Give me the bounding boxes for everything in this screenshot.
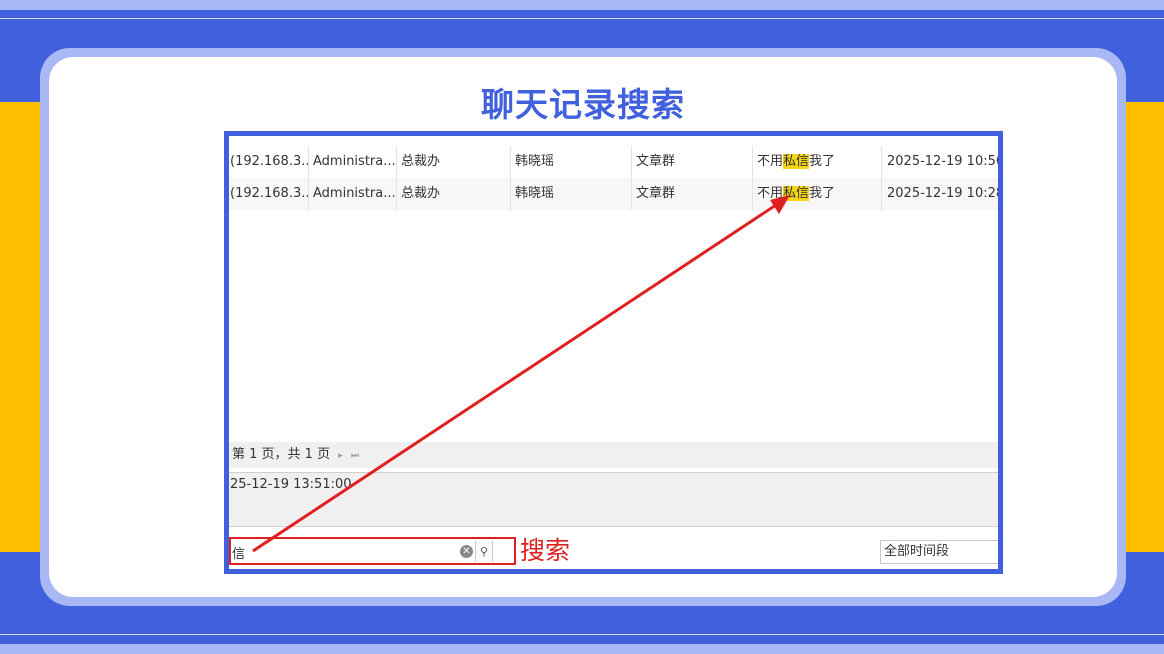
screenshot-frame: (192.168.3... Administra... 总裁办 韩晓瑶 文章群 … <box>224 131 1003 574</box>
cell-message: 不用私信我了 <box>753 178 882 210</box>
time-period-select[interactable]: 全部时间段 <box>880 540 998 564</box>
status-timestamp: 25-12-19 13:51:00 <box>230 477 352 492</box>
page-info: 第 1 页，共 1 页 <box>232 447 331 462</box>
message-text-before: 不用 <box>757 154 784 169</box>
message-text-after: 我了 <box>809 154 836 169</box>
pager-bar: 第 1 页，共 1 页 ▸ ⏭ <box>229 442 998 468</box>
top-decor-line <box>0 18 1164 19</box>
cell-group: 文章群 <box>632 146 753 178</box>
top-decor-bar <box>0 0 1164 10</box>
last-page-icon[interactable]: ⏭ <box>351 451 359 461</box>
annotation-search-label: 搜索 <box>520 536 571 565</box>
cell-group: 文章群 <box>632 178 753 210</box>
slide-title: 聊天记录搜索 <box>481 85 685 124</box>
cell-department: 总裁办 <box>397 146 511 178</box>
cell-user: Administra... <box>309 178 397 210</box>
cell-ip: (192.168.3... <box>229 146 309 178</box>
search-value: 信 <box>232 547 246 562</box>
message-text-before: 不用 <box>757 186 784 201</box>
cell-name: 韩晓瑶 <box>511 146 632 178</box>
clear-icon[interactable]: ✕ <box>460 545 473 558</box>
bottom-decor-line <box>0 634 1164 635</box>
cell-name: 韩晓瑶 <box>511 178 632 210</box>
message-highlight: 私信 <box>783 154 810 169</box>
cell-department: 总裁办 <box>397 178 511 210</box>
cell-ip: (192.168.3... <box>229 178 309 210</box>
search-icon[interactable]: ⚲ <box>475 541 493 562</box>
right-yellow-band <box>1120 102 1164 552</box>
cell-message: 不用私信我了 <box>753 146 882 178</box>
cell-time: 2025-12-19 10:56 <box>887 154 998 169</box>
message-highlight: 私信 <box>783 186 810 201</box>
table-row[interactable]: (192.168.3... Administra... 总裁办 韩晓瑶 文章群 … <box>229 146 998 178</box>
status-area: 25-12-19 13:51:00 <box>229 472 998 527</box>
message-text-after: 我了 <box>809 186 836 201</box>
bottom-decor-bar <box>0 644 1164 654</box>
search-input[interactable]: 信 ✕ ⚲ <box>229 537 516 565</box>
cell-time: 2025-12-19 10:28 <box>887 186 998 201</box>
next-page-icon[interactable]: ▸ <box>338 451 343 461</box>
cell-user: Administra... <box>309 146 397 178</box>
table-row[interactable]: (192.168.3... Administra... 总裁办 韩晓瑶 文章群 … <box>229 178 998 210</box>
